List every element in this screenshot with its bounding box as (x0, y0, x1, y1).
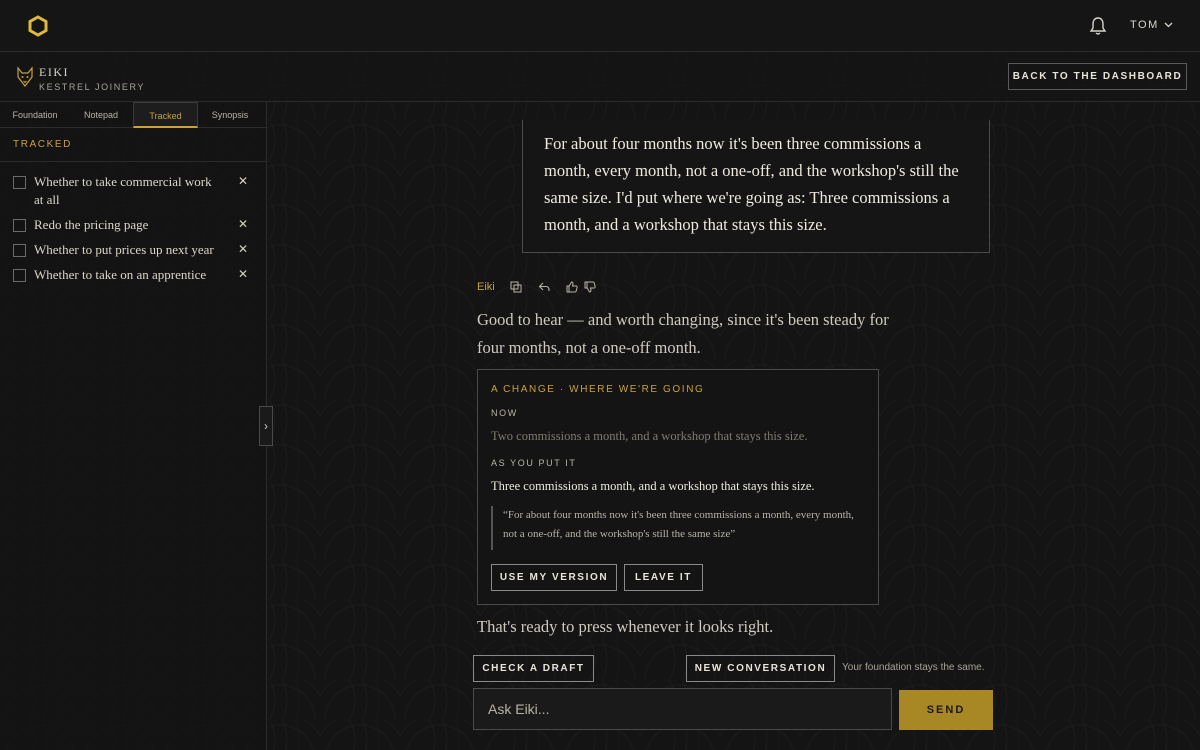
fox-avatar-icon (17, 66, 33, 87)
sidebar-tabs: Foundation Notepad Tracked Synopsis (0, 102, 266, 128)
tab-foundation[interactable]: Foundation (0, 102, 70, 128)
remove-icon[interactable]: ✕ (238, 174, 248, 188)
tracked-item-label: Whether to put prices up next year (34, 242, 214, 257)
tracked-item: Whether to take commercial work at all ✕ (13, 173, 253, 209)
tracked-item-checkbox[interactable] (13, 219, 26, 232)
tracked-item-checkbox[interactable] (13, 244, 26, 257)
change-card-kicker: A CHANGE · WHERE WE'RE GOING (491, 384, 705, 395)
tracked-item: Whether to take on an apprentice ✕ (13, 266, 253, 284)
bell-icon[interactable] (1088, 16, 1108, 36)
ask-input[interactable] (473, 688, 892, 730)
top-bar: TOM (0, 0, 1200, 52)
as-you-put-it-value: Three commissions a month, and a worksho… (491, 479, 815, 493)
tracked-item-label: Whether to take on an apprentice (34, 267, 207, 282)
reply-icon[interactable] (538, 281, 550, 293)
tab-tracked[interactable]: Tracked (133, 102, 198, 128)
thumbs-up-icon[interactable] (566, 281, 578, 293)
brand-subtitle: KESTREL JOINERY (39, 82, 146, 92)
chevron-down-icon (1164, 22, 1173, 28)
thumbs-down-icon[interactable] (584, 281, 596, 293)
tracked-item: Redo the pricing page ✕ (13, 216, 253, 234)
tracked-item-label: Whether to take commercial work at all (34, 174, 212, 207)
assistant-name: Eiki (477, 281, 495, 293)
tracked-item: Whether to put prices up next year ✕ (13, 241, 253, 259)
new-conversation-button[interactable]: NEW CONVERSATION (686, 655, 835, 682)
divider (0, 161, 266, 162)
as-you-put-it-label: AS YOU PUT IT (491, 458, 577, 468)
expand-sidebar-chevron-right-icon[interactable]: › (259, 406, 273, 446)
hexagon-logo-icon[interactable] (27, 15, 49, 37)
foundation-note: Your foundation stays the same. (842, 662, 985, 673)
tab-notepad[interactable]: Notepad (70, 102, 132, 128)
brand-name: EIKI (39, 65, 69, 79)
user-name: TOM (1130, 19, 1159, 31)
leave-it-button[interactable]: LEAVE IT (624, 564, 703, 591)
now-label: NOW (491, 408, 518, 418)
assistant-reply: Good to hear — and worth changing, since… (477, 310, 889, 357)
check-a-draft-button[interactable]: CHECK A DRAFT (473, 655, 594, 682)
tab-synopsis[interactable]: Synopsis (198, 102, 262, 128)
source-quote: “For about four months now it's been thr… (491, 506, 866, 550)
use-my-version-button[interactable]: USE MY VERSION (491, 564, 617, 591)
user-message: For about four months now it's been thre… (522, 120, 990, 253)
remove-icon[interactable]: ✕ (238, 267, 248, 281)
workspace-header: EIKI KESTREL JOINERY BACK TO THE DASHBOA… (0, 52, 1200, 102)
remove-icon[interactable]: ✕ (238, 242, 248, 256)
now-value: Two commissions a month, and a workshop … (491, 429, 808, 443)
remove-icon[interactable]: ✕ (238, 217, 248, 231)
back-to-dashboard-button[interactable]: BACK TO THE DASHBOARD (1008, 63, 1187, 90)
tracked-section-title: TRACKED (13, 139, 72, 150)
copy-icon[interactable] (510, 281, 522, 293)
sidebar: Foundation Notepad Tracked Synopsis TRAC… (0, 102, 267, 750)
tracked-item-label: Redo the pricing page (34, 217, 149, 232)
tracked-item-checkbox[interactable] (13, 269, 26, 282)
change-card: A CHANGE · WHERE WE'RE GOING NOW Two com… (477, 369, 879, 605)
assistant-message-header: Eiki (477, 281, 596, 293)
send-button[interactable]: SEND (899, 690, 993, 730)
user-menu[interactable]: TOM (1130, 19, 1173, 31)
closing-message: That's ready to press whenever it looks … (477, 617, 774, 636)
tracked-item-checkbox[interactable] (13, 176, 26, 189)
